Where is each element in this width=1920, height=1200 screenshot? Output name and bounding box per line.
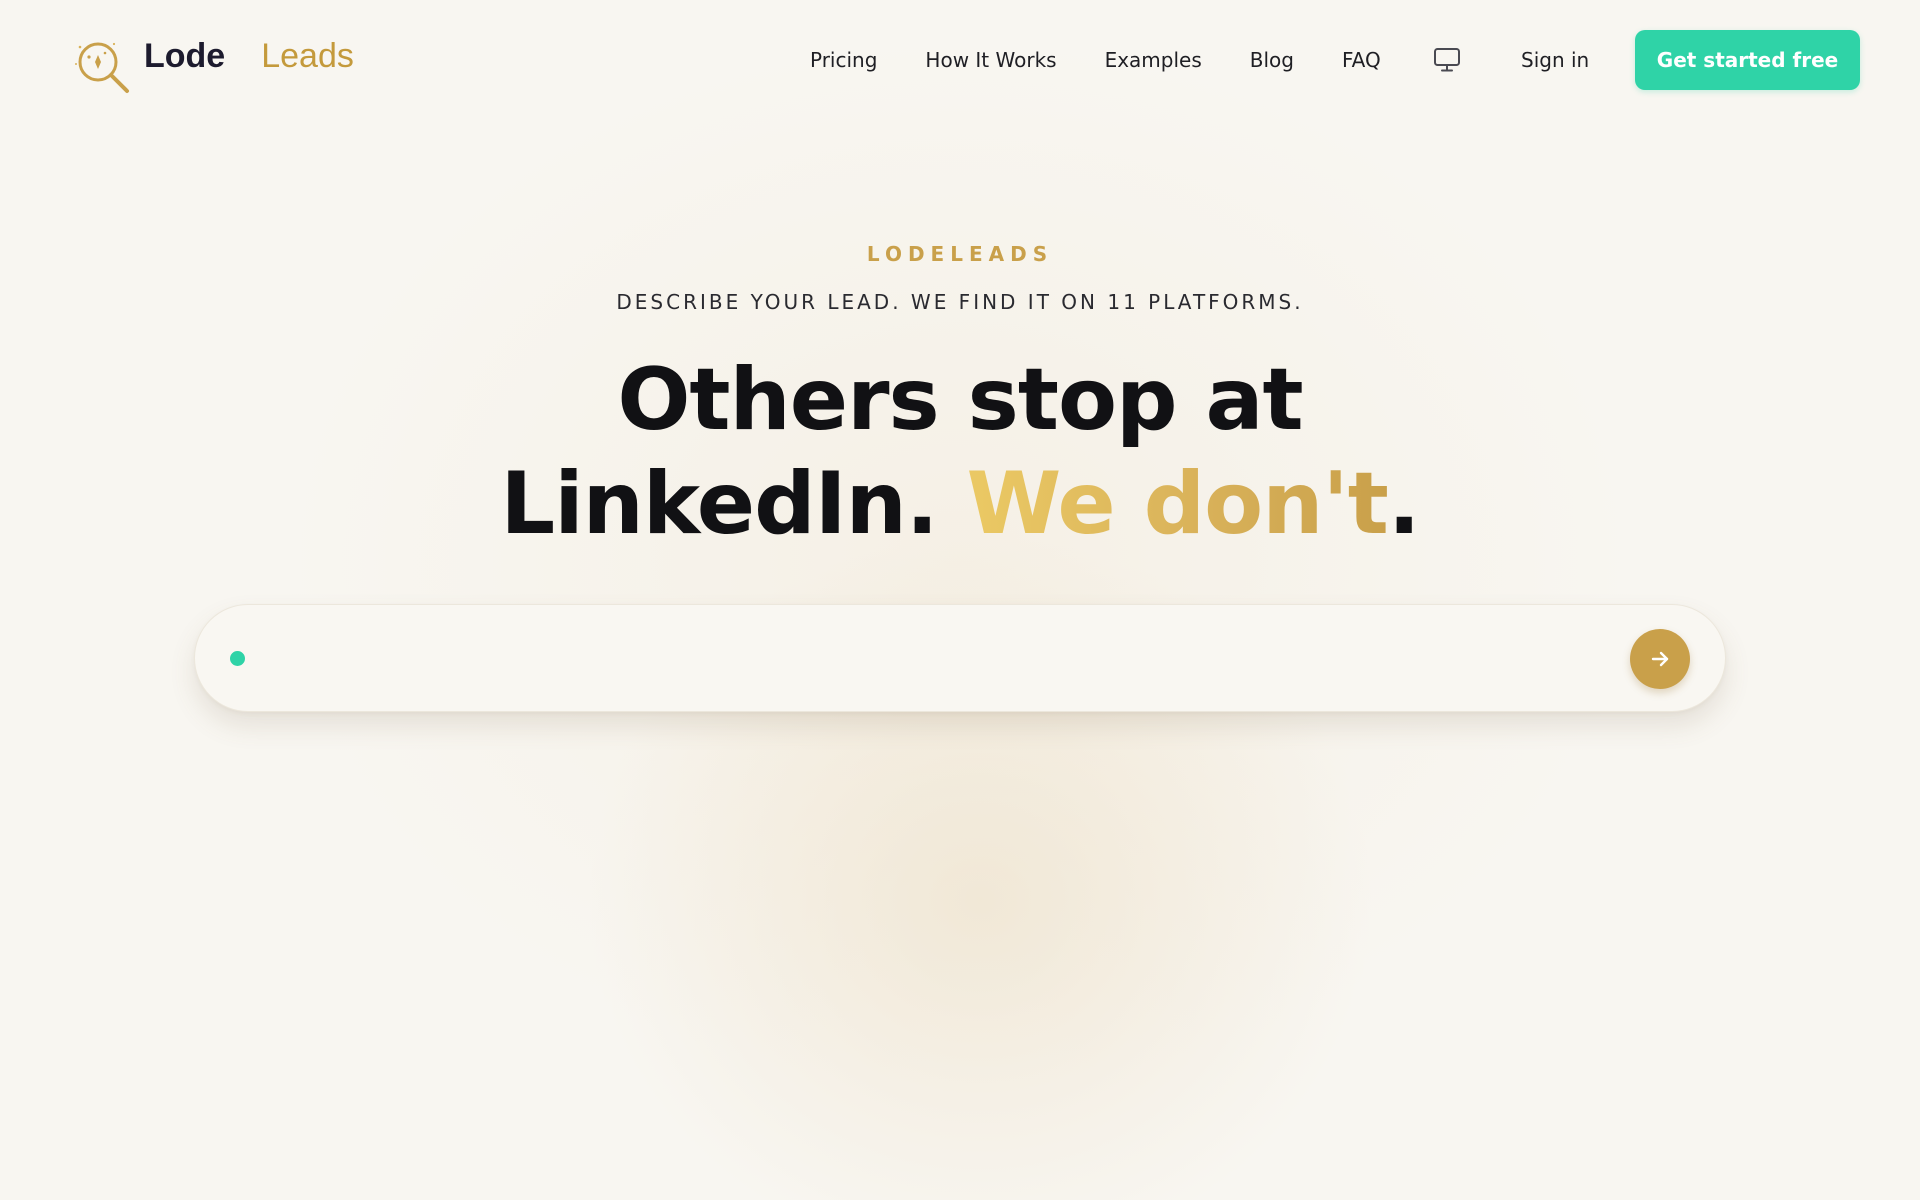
hero-headline: Others stop at LinkedIn. We don't. [0, 348, 1920, 556]
background-glow [0, 0, 1920, 1200]
nav-link-pricing[interactable]: Pricing [810, 42, 877, 78]
nav-link-faq[interactable]: FAQ [1342, 42, 1381, 78]
hero-tagline: DESCRIBE YOUR LEAD. WE FIND IT ON 11 PLA… [616, 290, 1304, 314]
status-dot-icon [230, 651, 245, 666]
nav-link-how-it-works[interactable]: How It Works [925, 42, 1056, 78]
brand-name-leads: Leads [261, 37, 354, 75]
arrow-right-icon [1651, 651, 1669, 667]
top-nav: Lode Leads Pricing How It Works Examples… [0, 0, 1920, 120]
nav-link-blog[interactable]: Blog [1250, 42, 1294, 78]
brand-logo[interactable]: Lode Leads [72, 36, 354, 100]
headline-line-2-plain: LinkedIn. [500, 454, 938, 554]
get-started-button[interactable]: Get started free [1635, 30, 1860, 90]
display-toggle-button[interactable] [1432, 46, 1462, 74]
lead-search-input[interactable] [265, 633, 1589, 687]
nav-link-examples[interactable]: Examples [1105, 42, 1202, 78]
lead-search-bar [194, 604, 1726, 712]
brand-name-lode: Lode [144, 37, 226, 75]
sign-in-link[interactable]: Sign in [1521, 42, 1589, 78]
primary-nav: Pricing How It Works Examples Blog FAQ [810, 42, 1381, 78]
headline-line-1: Others stop at [617, 350, 1303, 450]
headline-accent: We don't [966, 454, 1389, 554]
hero-eyebrow: LODELEADS [866, 242, 1054, 266]
monitor-icon [1434, 48, 1460, 72]
headline-period: . [1387, 454, 1421, 554]
magnifier-sparkle-icon [75, 42, 129, 93]
search-submit-button[interactable] [1630, 629, 1690, 689]
